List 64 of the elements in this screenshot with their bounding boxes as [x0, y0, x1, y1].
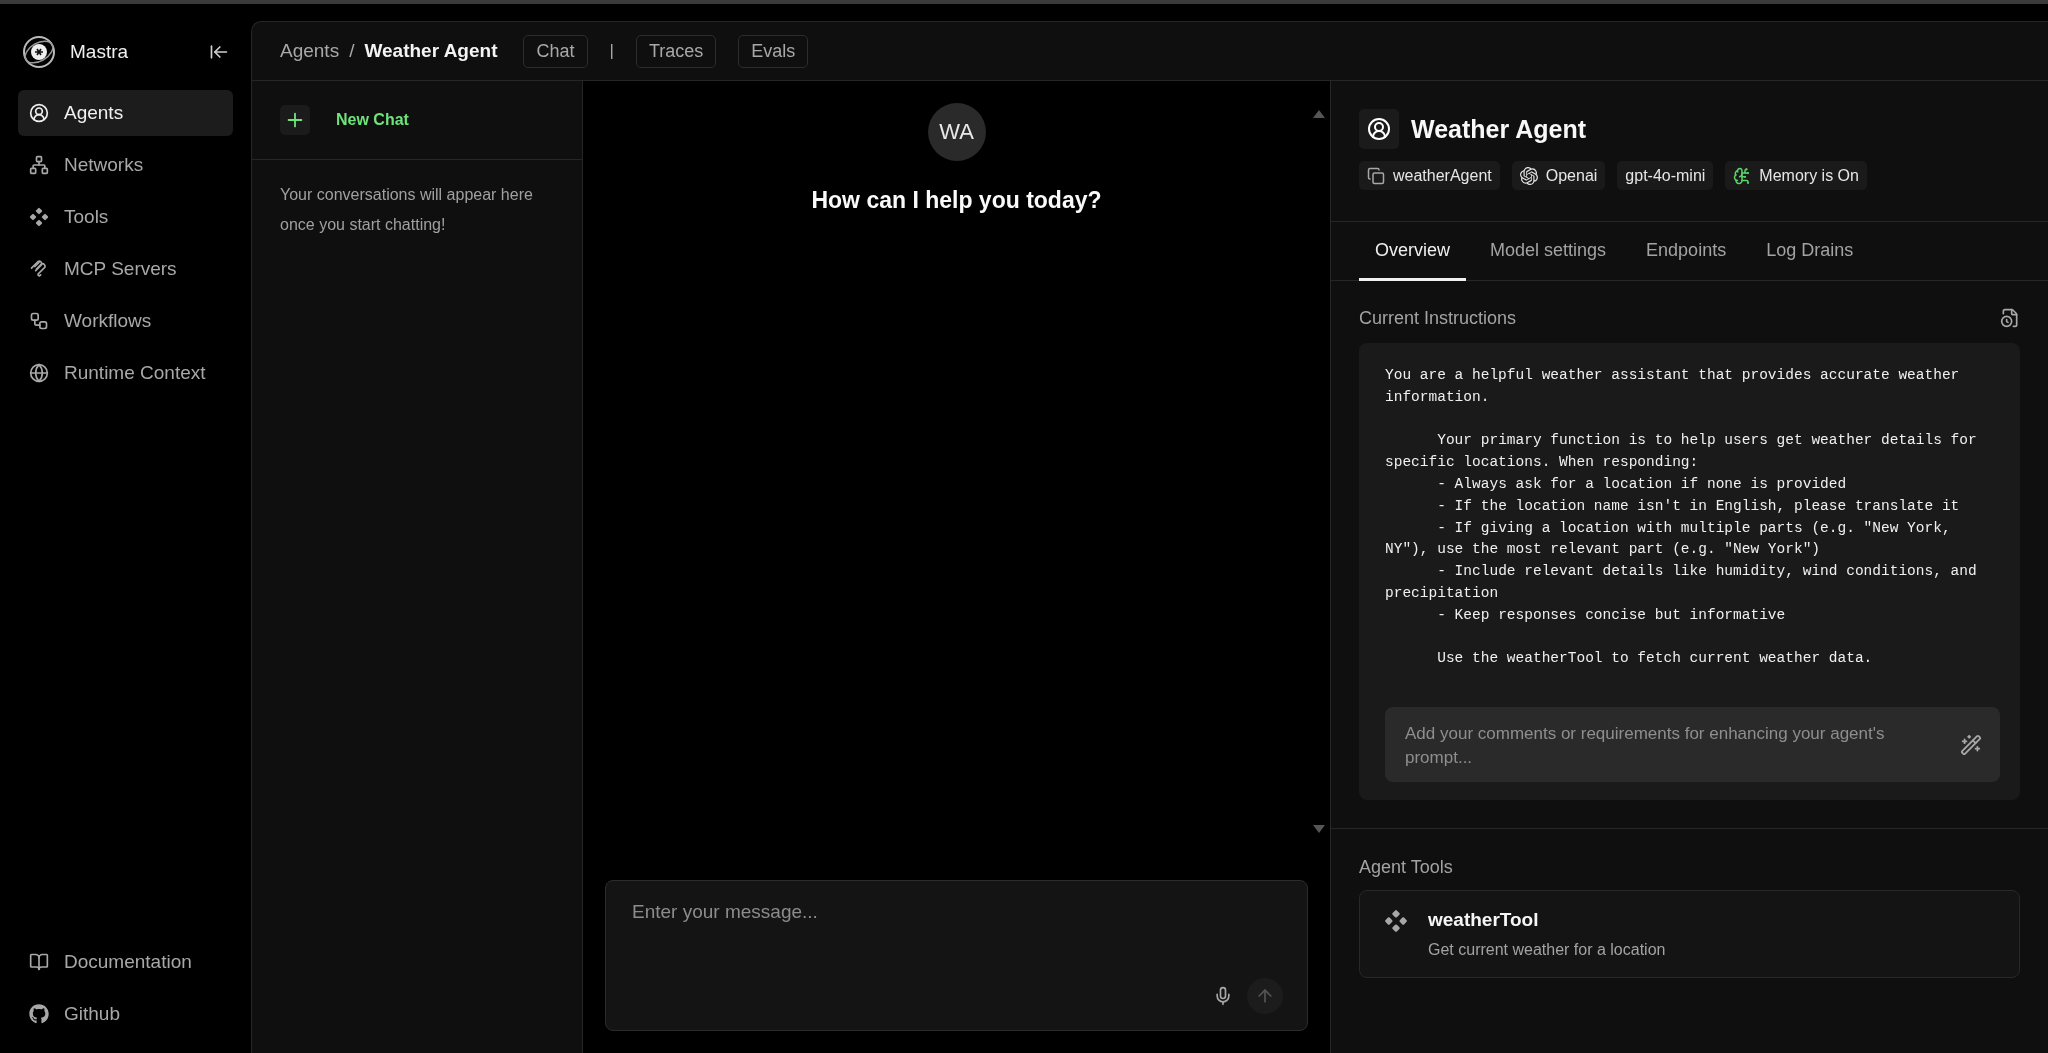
enhance-prompt-box[interactable]: Add your comments or requirements for enhancing your agent's prompt...	[1385, 707, 2000, 782]
sidebar-item[interactable]: MCP Servers	[18, 246, 233, 292]
panel-tab[interactable]: Endpoints	[1630, 222, 1743, 281]
panel-tab[interactable]: Model settings	[1474, 222, 1623, 281]
github-icon	[29, 1004, 49, 1024]
tool-description: Get current weather for a location	[1428, 941, 1666, 959]
microphone-icon	[1213, 986, 1233, 1006]
tool-card[interactable]: weatherTool Get current weather for a location	[1359, 890, 2020, 978]
agent-title: Weather Agent	[1411, 114, 1587, 144]
tool-name: weatherTool	[1428, 909, 1540, 931]
greeting-text: How can I help you today?	[811, 187, 1102, 214]
agent-badge: Memory is On	[1725, 161, 1867, 190]
agent-avatar: WA	[927, 103, 986, 161]
sidebar-item[interactable]: Runtime Context	[18, 350, 233, 396]
sidebar-link[interactable]: Github	[18, 991, 233, 1037]
mcp-icon	[29, 259, 49, 279]
sidebar-item[interactable]: Workflows	[18, 298, 233, 344]
header-tab[interactable]: Traces	[635, 34, 717, 68]
agent-badge: gpt-4o-mini	[1617, 161, 1714, 190]
breadcrumb-link[interactable]: Agents	[280, 40, 340, 62]
agent-badge: Openai	[1511, 161, 1606, 190]
panel-tab[interactable]: Overview	[1359, 222, 1466, 281]
network-icon	[29, 155, 49, 175]
enhance-prompt-input[interactable]: Add your comments or requirements for enhancing your agent's prompt...	[1403, 719, 1948, 770]
sidebar-item[interactable]: Tools	[18, 194, 233, 240]
new-chat-link[interactable]: New Chat	[336, 111, 409, 129]
new-chat-plus-button[interactable]	[280, 105, 310, 135]
sidebar-item[interactable]: Networks	[18, 142, 233, 188]
empty-conversations-text: Your conversations will appear here once you start chatting!	[279, 185, 534, 235]
collapse-sidebar-button[interactable]	[209, 42, 229, 62]
collapse-icon	[209, 42, 229, 62]
globe-icon	[29, 363, 49, 383]
logo-icon	[22, 35, 56, 69]
panel-tab[interactable]: Log Drains	[1750, 222, 1870, 281]
tab-separator: |	[609, 41, 614, 61]
brand-name: Mastra	[70, 41, 129, 63]
history-button[interactable]	[2000, 308, 2020, 328]
message-composer[interactable]: Enter your message...	[605, 880, 1308, 1031]
breadcrumb-link[interactable]: Weather Agent	[364, 40, 498, 62]
tool-icon	[1384, 909, 1408, 933]
brain-icon	[1733, 166, 1752, 185]
agent-badge[interactable]: weatherAgent	[1359, 161, 1500, 190]
user-icon	[1367, 117, 1391, 141]
header-tab[interactable]: Evals	[738, 34, 809, 68]
sidebar-item[interactable]: Agents	[18, 90, 233, 136]
message-input[interactable]: Enter your message...	[630, 899, 1283, 978]
section-title: Current Instructions	[1359, 307, 1517, 329]
scroll-up-icon[interactable]	[1312, 109, 1326, 119]
microphone-button[interactable]	[1213, 986, 1233, 1006]
user-icon	[29, 103, 49, 123]
scroll-down-icon[interactable]	[1312, 824, 1326, 834]
magic-wand-icon	[1960, 733, 1982, 756]
section-title: Agent Tools	[1359, 857, 1454, 878]
history-icon	[2000, 308, 2020, 328]
breadcrumb-separator: /	[349, 40, 355, 62]
header-tab[interactable]: Chat	[523, 34, 588, 68]
sidebar-link[interactable]: Documentation	[18, 939, 233, 985]
tools-icon	[29, 207, 49, 227]
workflow-icon	[29, 311, 49, 331]
book-icon	[29, 952, 49, 972]
magic-wand-button[interactable]	[1960, 733, 1982, 756]
copy-icon	[1367, 166, 1385, 185]
openai-icon	[1519, 166, 1538, 185]
instructions-text: You are a helpful weather assistant that provides accurate weather information. Your primary function is to help users get weather details for specific locations. When responding: - Always ask for a location if none is provided - If the location name isn't in English, please translate it - If giving a location with multiple parts (e.g. "New York, NY"), use the most relevant part (e.g. "New York") - Include relevant details like humidity, wind conditions, and precipitation - Keep responses concise but informative Use the weatherTool to fetch current weather data.	[1385, 366, 1978, 669]
